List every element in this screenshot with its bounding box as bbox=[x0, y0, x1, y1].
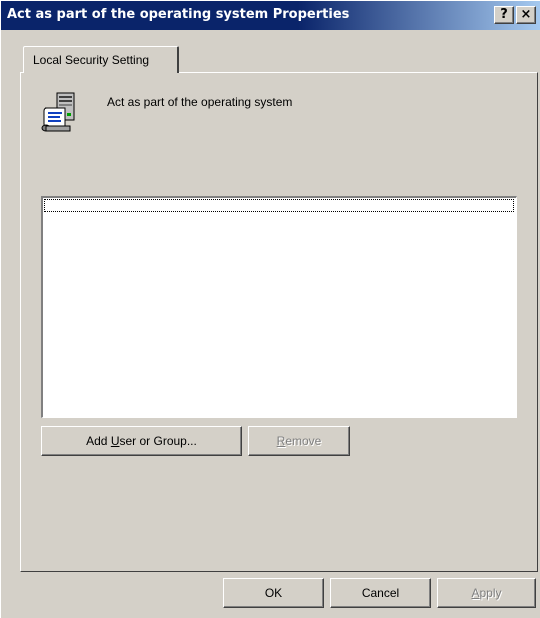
window-title: Act as part of the operating system Prop… bbox=[7, 7, 350, 22]
add-label-post: ser or Group... bbox=[119, 434, 197, 448]
ok-button[interactable]: OK bbox=[223, 578, 324, 608]
apply-label-post: pply bbox=[479, 586, 502, 600]
policy-name: Act as part of the operating system bbox=[107, 95, 293, 109]
remove-label-post: emove bbox=[285, 434, 322, 448]
apply-label-mnemonic: A bbox=[471, 586, 480, 600]
tab-local-security-setting[interactable]: Local Security Setting bbox=[23, 46, 179, 73]
close-button[interactable]: × bbox=[516, 6, 536, 24]
tab-label: Local Security Setting bbox=[33, 53, 150, 67]
properties-dialog: Act as part of the operating system Prop… bbox=[0, 0, 540, 618]
policy-scroll-icon bbox=[41, 92, 75, 132]
apply-button[interactable]: Apply bbox=[437, 578, 536, 608]
remove-label-mnemonic: R bbox=[276, 434, 286, 448]
list-focus-row[interactable] bbox=[44, 199, 514, 212]
add-user-or-group-button[interactable]: Add User or Group... bbox=[41, 426, 242, 456]
help-button[interactable]: ? bbox=[494, 6, 514, 24]
remove-button[interactable]: Remove bbox=[248, 426, 350, 456]
add-label-pre: Add bbox=[86, 434, 111, 448]
title-bar[interactable]: Act as part of the operating system Prop… bbox=[1, 1, 540, 30]
users-groups-list[interactable] bbox=[41, 196, 517, 418]
cancel-button[interactable]: Cancel bbox=[330, 578, 431, 608]
